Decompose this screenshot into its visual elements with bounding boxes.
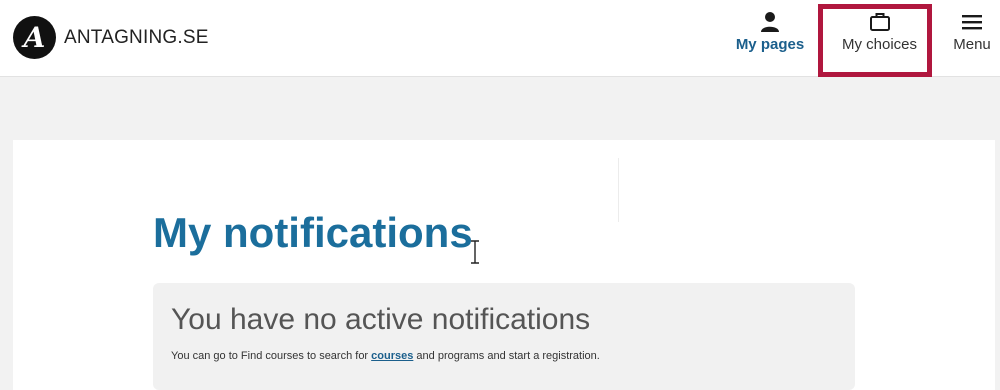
my-pages-link[interactable]: My pages <box>732 10 808 54</box>
site-header: A ANTAGNING.SE My pages My choices Menu <box>0 0 1000 77</box>
my-choices-label: My choices <box>841 36 918 53</box>
hamburger-icon <box>962 15 982 30</box>
notice-heading: You have no active notifications <box>171 303 591 336</box>
my-choices-link[interactable]: My choices <box>832 10 927 54</box>
menu-label: Menu <box>953 36 991 53</box>
logo-text: ANTAGNING.SE <box>64 26 209 48</box>
my-pages-label: My pages <box>735 36 805 53</box>
briefcase-icon <box>869 13 890 31</box>
notice-text-before: You can go to Find courses to search for <box>171 350 372 362</box>
courses-link[interactable]: courses <box>371 350 413 362</box>
menu-button[interactable]: Menu <box>950 10 994 54</box>
text-cursor-icon <box>471 240 479 264</box>
logo-letter: A <box>23 20 46 54</box>
person-icon <box>761 12 779 32</box>
main-content: My notifications You have no active noti… <box>13 140 995 390</box>
notice-text: You can go to Find courses to search for… <box>171 350 600 362</box>
logo-icon: A <box>13 16 56 59</box>
divider <box>618 158 619 222</box>
notice-text-after: and programs and start a registration. <box>413 350 600 362</box>
notice-box: You have no active notifications You can… <box>153 283 855 390</box>
logo[interactable]: A ANTAGNING.SE <box>13 16 209 59</box>
page-title: My notifications <box>153 209 473 256</box>
